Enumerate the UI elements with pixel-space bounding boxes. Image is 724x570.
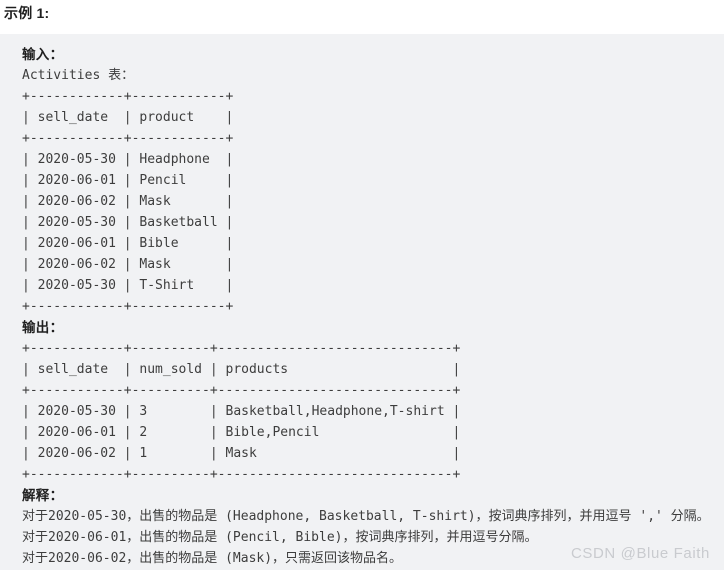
- table-row: | 2020-05-30 | T-Shirt |: [22, 278, 234, 293]
- table-row: | 2020-05-30 | Basketball |: [22, 215, 234, 230]
- output-table-border-bottom: +------------+----------+---------------…: [22, 467, 461, 482]
- input-table-caption: Activities 表：: [22, 68, 135, 83]
- input-label: 输入：: [22, 47, 64, 62]
- input-table-border-bottom: +------------+------------+: [22, 299, 234, 314]
- table-row: | 2020-06-02 | 1 | Mask |: [22, 446, 461, 461]
- csdn-watermark: CSDN @Blue Faith: [570, 545, 710, 562]
- input-table-border-mid: +------------+------------+: [22, 131, 234, 146]
- input-table-header: | sell_date | product |: [22, 110, 234, 125]
- table-row: | 2020-06-01 | Bible |: [22, 236, 234, 251]
- page-root: 示例 1: 输入： Activities 表： +------------+--…: [0, 0, 724, 570]
- output-table-border-top: +------------+----------+---------------…: [22, 341, 461, 356]
- code-block: 输入： Activities 表： +------------+--------…: [0, 34, 724, 570]
- table-row: | 2020-06-01 | Pencil |: [22, 173, 234, 188]
- output-table-header: | sell_date | num_sold | products |: [22, 362, 461, 377]
- page-title: 示例 1:: [4, 5, 50, 21]
- explanation-label: 解释：: [22, 488, 64, 503]
- explanation-line: 对于2020-05-30，出售的物品是 (Headphone, Basketba…: [22, 509, 710, 524]
- table-row: | 2020-05-30 | Headphone |: [22, 152, 234, 167]
- table-row: | 2020-06-01 | 2 | Bible,Pencil |: [22, 425, 461, 440]
- table-row: | 2020-06-02 | Mask |: [22, 194, 234, 209]
- table-row: | 2020-06-02 | Mask |: [22, 257, 234, 272]
- table-row: | 2020-05-30 | 3 | Basketball,Headphone,…: [22, 404, 461, 419]
- output-table-border-mid: +------------+----------+---------------…: [22, 383, 461, 398]
- output-label: 输出：: [22, 320, 64, 335]
- input-table-border-top: +------------+------------+: [22, 89, 234, 104]
